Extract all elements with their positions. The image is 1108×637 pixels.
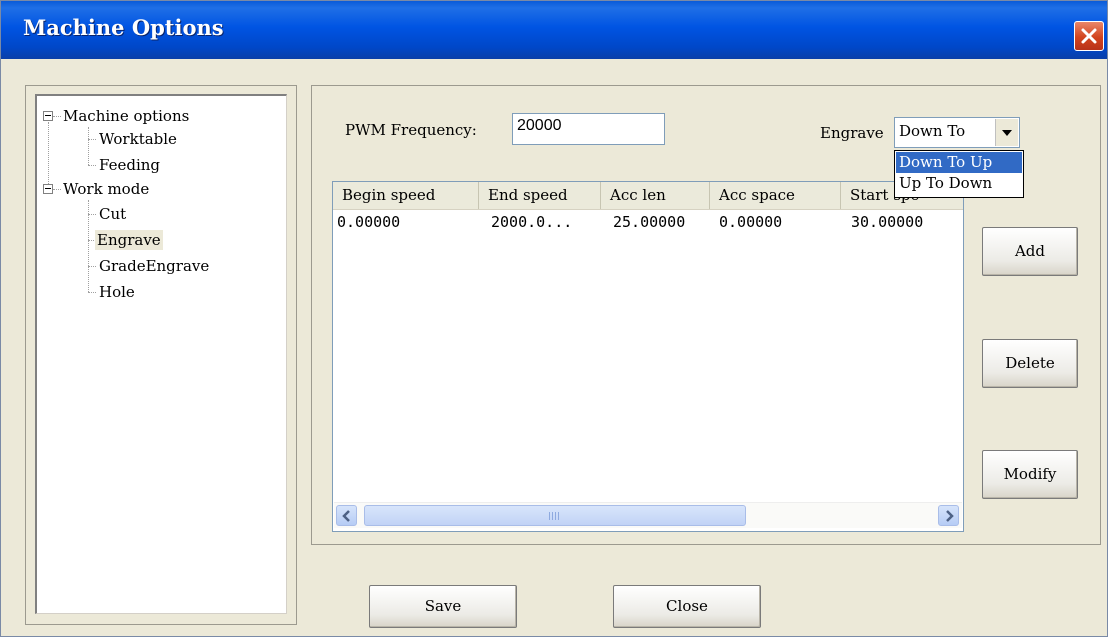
grip-icon xyxy=(549,512,561,520)
tree-line xyxy=(88,127,89,165)
tree-line xyxy=(88,214,96,215)
tree-node-hole[interactable]: Hole xyxy=(97,282,137,302)
engrave-settings-panel: PWM Frequency: 20000 Engrave Down To Dow… xyxy=(311,85,1101,545)
column-header-end-speed[interactable]: End speed xyxy=(479,182,601,209)
modify-button[interactable]: Modify xyxy=(982,450,1078,499)
tree-panel: Machine options Worktable Feeding Work m… xyxy=(25,85,297,625)
collapse-work-mode-icon[interactable] xyxy=(43,184,53,194)
scrollbar-thumb[interactable] xyxy=(364,505,746,526)
title-bar[interactable]: Machine Options xyxy=(1,1,1107,59)
table-cell: 0.00000 xyxy=(337,213,401,231)
speed-table[interactable]: Begin speed End speed Acc len Acc space … xyxy=(332,181,964,532)
table-row[interactable]: 0.00000 2000.0... 25.00000 0.00000 30.00… xyxy=(333,212,963,234)
tree-line xyxy=(53,116,61,117)
tree-line xyxy=(88,165,96,166)
chevron-down-icon[interactable] xyxy=(995,119,1018,146)
horizontal-scrollbar[interactable] xyxy=(334,502,962,528)
engrave-direction-select[interactable]: Down To xyxy=(894,117,1020,148)
scroll-left-button[interactable] xyxy=(336,505,357,526)
tree-node-grade-engrave[interactable]: GradeEngrave xyxy=(97,256,211,276)
close-window-button[interactable] xyxy=(1074,21,1104,51)
engrave-direction-label: Engrave xyxy=(820,124,884,142)
tree-node-work-mode[interactable]: Work mode xyxy=(61,179,151,199)
chevron-right-icon xyxy=(946,510,954,522)
tree-node-engrave[interactable]: Engrave xyxy=(95,230,163,250)
column-header-acc-len[interactable]: Acc len xyxy=(601,182,710,209)
tree-line xyxy=(53,189,61,190)
pwm-frequency-input[interactable]: 20000 xyxy=(512,113,665,145)
option-up-to-down[interactable]: Up To Down xyxy=(896,173,1022,194)
add-button[interactable]: Add xyxy=(982,227,1078,276)
tree-line xyxy=(88,139,96,140)
tree-line xyxy=(88,292,96,293)
table-cell: 0.00000 xyxy=(719,213,783,231)
tree-line xyxy=(88,266,96,267)
close-button[interactable]: Close xyxy=(613,585,761,628)
pwm-frequency-label: PWM Frequency: xyxy=(345,121,477,139)
tree-node-cut[interactable]: Cut xyxy=(97,204,128,224)
save-button[interactable]: Save xyxy=(369,585,517,628)
engrave-direction-dropdown: Down To Up Up To Down xyxy=(894,150,1024,198)
table-header: Begin speed End speed Acc len Acc space … xyxy=(333,182,963,210)
options-tree[interactable]: Machine options Worktable Feeding Work m… xyxy=(35,94,287,614)
option-down-to-up[interactable]: Down To Up xyxy=(896,152,1022,173)
tree-line xyxy=(48,122,49,188)
table-cell: 25.00000 xyxy=(613,213,686,231)
chevron-left-icon xyxy=(342,510,350,522)
table-cell: 30.00000 xyxy=(851,213,924,231)
delete-button[interactable]: Delete xyxy=(982,339,1078,388)
tree-node-machine-options[interactable]: Machine options xyxy=(61,106,191,126)
tree-node-worktable[interactable]: Worktable xyxy=(97,129,179,149)
engrave-direction-value: Down To xyxy=(899,122,966,140)
collapse-machine-options-icon[interactable] xyxy=(43,111,53,121)
table-cell: 2000.0... xyxy=(491,213,573,231)
close-icon xyxy=(1081,28,1097,44)
column-header-begin-speed[interactable]: Begin speed xyxy=(333,182,479,209)
scroll-right-button[interactable] xyxy=(938,505,959,526)
machine-options-window: Machine Options Machine options Worktabl… xyxy=(0,0,1108,637)
window-title: Machine Options xyxy=(23,15,224,40)
tree-node-feeding[interactable]: Feeding xyxy=(97,155,162,175)
column-header-acc-space[interactable]: Acc space xyxy=(710,182,841,209)
